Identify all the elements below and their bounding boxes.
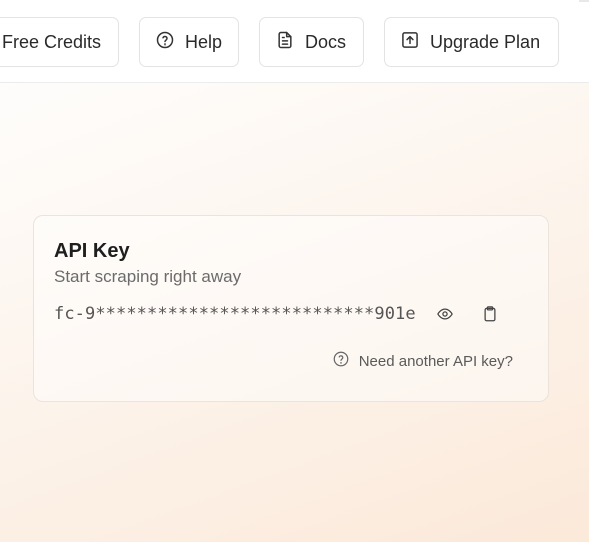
help-button[interactable]: Help — [139, 17, 239, 67]
api-key-row: fc-9***************************901e — [54, 303, 501, 325]
help-label: Help — [185, 31, 223, 52]
eye-icon[interactable] — [434, 303, 456, 325]
api-key-card: API Key Start scraping right away fc-9**… — [33, 215, 549, 402]
need-another-key-label: Need another API key? — [358, 352, 513, 370]
card-subtitle: Start scraping right away — [54, 267, 242, 286]
upgrade-plan-button[interactable]: Upgrade Plan — [384, 17, 559, 67]
top-border-accent — [579, 0, 589, 2]
need-another-key-link[interactable]: Need another API key? — [332, 350, 513, 372]
top-navigation-bar: Free Credits Help Docs Upgrade Plan — [0, 0, 589, 83]
docs-button[interactable]: Docs — [259, 17, 364, 67]
api-key-value: fc-9***************************901e — [54, 304, 416, 324]
help-circle-icon — [155, 30, 175, 55]
upgrade-plan-label: Upgrade Plan — [430, 31, 541, 52]
help-circle-icon — [332, 350, 350, 372]
document-icon — [275, 30, 295, 55]
clipboard-icon[interactable] — [479, 303, 501, 325]
free-credits-label: Free Credits — [2, 31, 102, 52]
card-title: API Key — [54, 240, 130, 262]
docs-label: Docs — [305, 31, 347, 52]
free-credits-button[interactable]: Free Credits — [0, 17, 119, 67]
upload-box-icon — [400, 30, 420, 55]
